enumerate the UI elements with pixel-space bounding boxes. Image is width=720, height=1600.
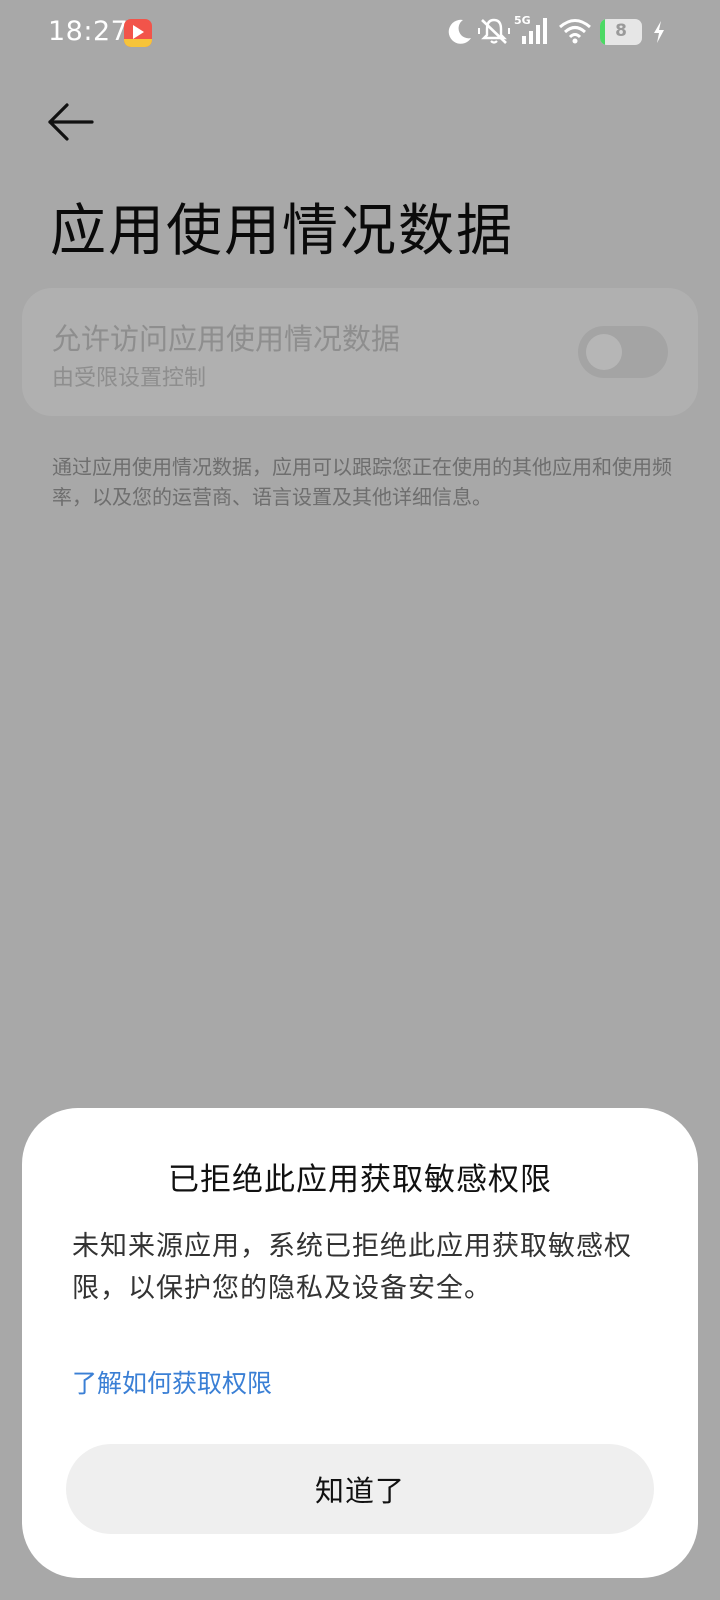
charging-bolt-icon [654, 21, 664, 43]
screen: 18:27 5G 8 应用使用情况数据 允许访问应用使用情况数据 由受限设置控制… [0, 0, 720, 1600]
battery-level: 8 [615, 21, 627, 41]
permission-denied-dialog: 已拒绝此应用获取敏感权限 未知来源应用，系统已拒绝此应用获取敏感权限，以保护您的… [22, 1108, 698, 1578]
status-time: 18:27 [48, 16, 129, 47]
setting-title: 允许访问应用使用情况数据 [52, 322, 401, 356]
got-it-button[interactable]: 知道了 [66, 1444, 654, 1534]
battery-icon: 8 [600, 19, 642, 45]
usage-access-setting-row[interactable]: 允许访问应用使用情况数据 由受限设置控制 [22, 288, 698, 416]
svg-text:5G: 5G [514, 14, 531, 27]
setting-subtitle: 由受限设置控制 [52, 366, 207, 391]
video-app-notification-icon [124, 19, 152, 47]
toggle-knob [586, 334, 622, 370]
page-title: 应用使用情况数据 [50, 199, 514, 264]
wifi-icon [559, 19, 591, 44]
dialog-message: 未知来源应用，系统已拒绝此应用获取敏感权限，以保护您的隐私及设备安全。 [72, 1231, 632, 1304]
do-not-disturb-moon-icon [448, 19, 471, 44]
cellular-signal-icon: 5G [514, 14, 547, 44]
status-bar: 18:27 5G 8 [0, 0, 720, 64]
vibrate-mute-icon [478, 18, 510, 44]
learn-permission-link[interactable]: 了解如何获取权限 [72, 1364, 272, 1400]
dialog-title: 已拒绝此应用获取敏感权限 [168, 1162, 552, 1198]
setting-description: 通过应用使用情况数据，应用可以跟踪您正在使用的其他应用和使用频率，以及您的运营商… [52, 455, 672, 509]
back-arrow-icon[interactable] [46, 100, 98, 144]
usage-access-toggle[interactable] [578, 326, 668, 378]
